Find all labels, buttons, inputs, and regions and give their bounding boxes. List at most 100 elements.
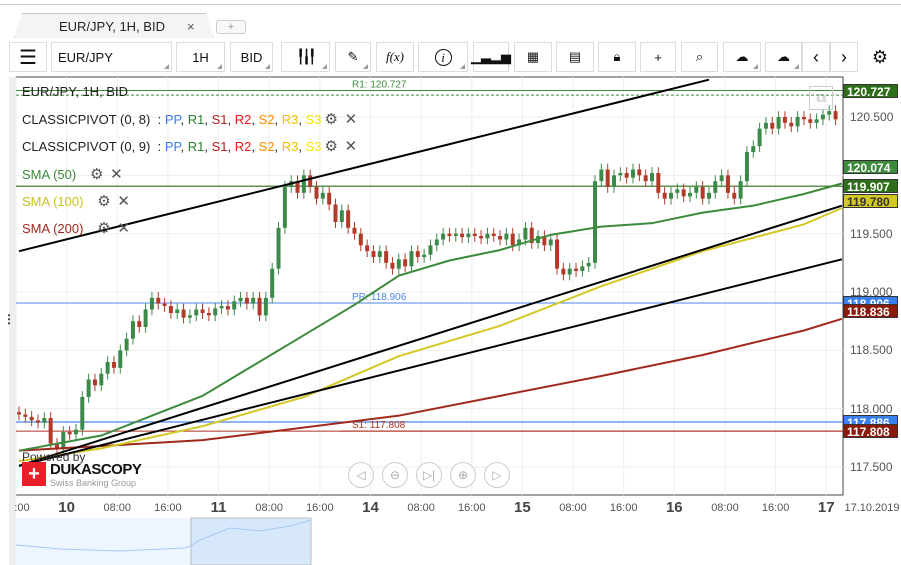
price-label: 119.907: [843, 179, 898, 194]
candle: [801, 117, 806, 120]
triangle-left-icon: ◁: [356, 468, 366, 482]
candle: [276, 227, 281, 269]
candle: [618, 173, 623, 176]
candle: [263, 297, 268, 316]
sma-name: SMA (200): [22, 221, 84, 236]
candle: [314, 187, 319, 199]
skip-end-icon: ▷|: [422, 468, 436, 482]
candle: [137, 321, 142, 328]
jump-end-button[interactable]: ▷|: [416, 462, 442, 488]
candle: [181, 309, 186, 318]
pan-left-button[interactable]: ◁: [348, 462, 374, 488]
x-tick: 16:00: [457, 502, 486, 514]
candle: [732, 192, 737, 199]
zoom-out-button[interactable]: ⊖: [382, 462, 408, 488]
close-icon[interactable]: ✕: [110, 166, 123, 183]
zoom-in-button[interactable]: ⊕: [450, 462, 476, 488]
pivot-key: S1: [211, 139, 228, 154]
price-label: 119.780: [843, 194, 898, 209]
side-select[interactable]: BID: [230, 42, 273, 72]
candle: [365, 245, 370, 252]
candle: [586, 262, 591, 267]
crosshair-button[interactable]: +: [640, 42, 676, 72]
cloud-download-icon: ☁: [777, 49, 790, 64]
function-icon: f(x): [385, 49, 405, 64]
gear-icon[interactable]: ⚙: [324, 138, 337, 155]
x-tick: 15: [514, 499, 531, 516]
resize-handle[interactable]: ⋮: [3, 312, 15, 326]
candle: [333, 204, 338, 223]
x-tick: 11: [210, 499, 227, 516]
close-icon[interactable]: ✕: [117, 193, 130, 210]
candle: [99, 373, 104, 386]
pivot-legend: CLASSICPIVOT (0, 9) : PP, R1, S1, R2, S2…: [22, 138, 358, 155]
info-button[interactable]: i: [418, 42, 468, 72]
gear-icon[interactable]: ⚙: [324, 111, 337, 128]
x-tick: 10: [58, 499, 75, 516]
x-tick: 16:00: [306, 502, 334, 514]
candle: [706, 192, 711, 199]
candle: [808, 119, 813, 123]
lock-button[interactable]: 🔒︎: [598, 42, 636, 72]
candle: [555, 239, 560, 269]
candle: [491, 233, 496, 237]
candle: [124, 338, 129, 351]
chevron-right-icon: ›: [841, 46, 847, 67]
candle: [42, 418, 47, 423]
popout-button[interactable]: ⧉: [809, 86, 833, 110]
zoom-icon: ⌕: [695, 49, 704, 64]
candle: [567, 268, 572, 275]
candle: [738, 181, 743, 199]
hamburger-icon: ☰: [19, 46, 37, 69]
calendar-button[interactable]: ▦: [514, 42, 552, 72]
pivot-name: CLASSICPIVOT (0, 9): [22, 139, 151, 154]
pivot-key: PP: [164, 139, 181, 154]
close-icon[interactable]: ✕: [345, 111, 358, 128]
gear-icon[interactable]: ⚙: [97, 193, 110, 210]
close-icon[interactable]: ✕: [117, 220, 130, 237]
draw-button[interactable]: ✎: [335, 42, 371, 72]
candle: [453, 233, 458, 237]
x-tick: 08:00: [407, 502, 435, 514]
candle: [327, 192, 332, 205]
news-button[interactable]: ▤: [556, 42, 594, 72]
brand-sub: Swiss Banking Group: [50, 478, 137, 488]
y-tick: 119.000: [850, 285, 893, 299]
candle: [118, 350, 123, 368]
gear-icon[interactable]: ⚙: [90, 166, 103, 183]
pivot-key: R2: [234, 139, 252, 154]
period-select[interactable]: 1H: [176, 42, 225, 72]
scroll-left-button[interactable]: ‹: [802, 42, 830, 72]
candle: [111, 362, 116, 368]
upload-button[interactable]: ☁: [723, 42, 761, 72]
instrument-label: EUR/JPY: [58, 49, 113, 65]
date-label: 17.10.2019: [844, 502, 900, 514]
scroll-right-button[interactable]: ›: [830, 42, 858, 72]
candle: [631, 169, 636, 178]
candle: [789, 122, 794, 127]
candle: [447, 233, 452, 237]
candle: [472, 233, 477, 237]
close-icon[interactable]: ✕: [345, 138, 358, 155]
price-label: 118.836: [843, 304, 898, 319]
pivot-key: R1: [187, 112, 205, 127]
y-tick: 118.500: [850, 343, 893, 357]
settings-button[interactable]: ⚙: [863, 42, 897, 72]
gear-icon[interactable]: ⚙: [97, 220, 110, 237]
menu-button[interactable]: ☰: [9, 42, 47, 72]
candle: [346, 210, 351, 228]
indicators-button[interactable]: f(x): [376, 42, 414, 72]
candle: [485, 233, 490, 239]
chart-type-button[interactable]: ╿╽╿: [281, 42, 330, 72]
instrument-select[interactable]: EUR/JPY: [51, 42, 172, 72]
volume-button[interactable]: ▁▃▂▅: [471, 42, 511, 72]
x-tick: 16:00: [761, 502, 790, 514]
pan-right-button[interactable]: ▷: [484, 462, 510, 488]
candle: [612, 175, 617, 188]
navigator-history: [16, 518, 191, 565]
zoom-in-icon: ⊕: [457, 468, 469, 482]
download-button[interactable]: ☁: [765, 42, 802, 72]
candle: [219, 306, 224, 309]
zoom-button[interactable]: ⌕: [681, 42, 718, 72]
info-icon: i: [434, 48, 452, 66]
